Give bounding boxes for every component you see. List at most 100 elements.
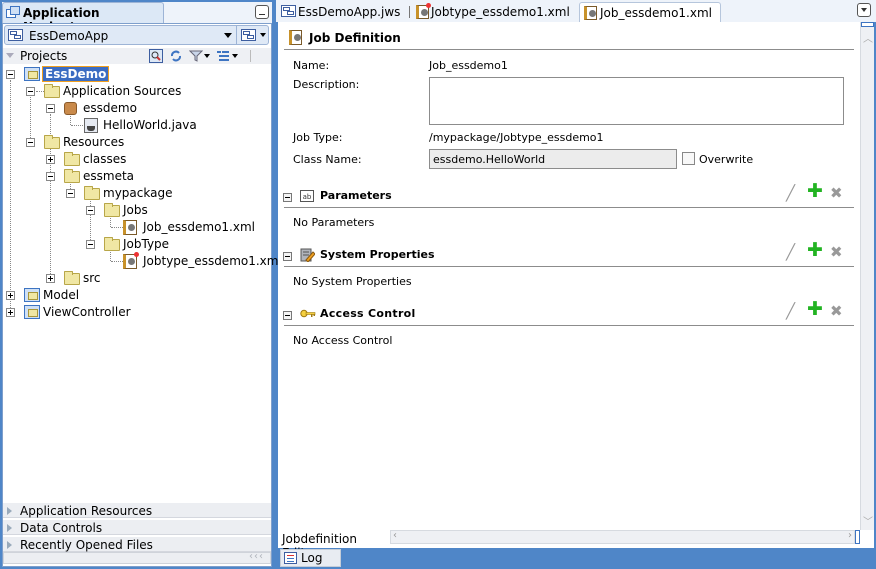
accordion-application-resources[interactable]: Application Resources (3, 502, 271, 518)
tree-item-classes[interactable]: classes (44, 151, 264, 168)
navigator-icon (6, 6, 20, 18)
add-parameter-plus-icon[interactable]: ✚ (807, 182, 823, 201)
tree-item-job-essdemo1-xml[interactable]: Job_essdemo1.xml (104, 219, 269, 236)
collapse-toggle[interactable] (46, 104, 55, 113)
tree-item-label: Resources (63, 135, 125, 149)
add-system-property-plus-icon[interactable]: ✚ (807, 241, 823, 260)
delete-system-property-x-icon[interactable]: ✖ (830, 245, 843, 260)
navigator-horizontal-scrollbar[interactable]: ‹‹‹ (3, 551, 271, 564)
scroll-left-icon[interactable]: ‹‹‹ (249, 551, 264, 562)
edit-parameter-pencil-icon[interactable]: ╱ (786, 186, 795, 201)
search-icon[interactable] (149, 49, 163, 63)
tree-item-resources[interactable]: Resources (24, 134, 264, 151)
tab-list-dropdown-button[interactable] (857, 3, 871, 17)
collapse-access-control-toggle[interactable] (283, 311, 292, 320)
sort-options-icon[interactable] (216, 49, 230, 63)
refresh-icon[interactable] (169, 49, 183, 63)
expand-toggle[interactable] (6, 308, 15, 317)
tree-item-essdemo-project[interactable]: EssDemo (4, 66, 264, 83)
scroll-left-icon[interactable]: ‹ (393, 530, 397, 541)
collapse-toggle[interactable] (6, 70, 15, 79)
tree-item-label: JobType (123, 237, 170, 251)
edit-system-property-pencil-icon[interactable]: ╱ (786, 245, 795, 260)
workspace-icon (281, 5, 296, 17)
chevron-down-icon[interactable] (204, 54, 210, 58)
scroll-right-icon[interactable]: › (848, 530, 852, 541)
expand-toggle[interactable] (46, 274, 55, 283)
editor-vertical-scrollbar[interactable]: ︿ ﹀ (860, 22, 874, 530)
expand-toggle[interactable] (6, 291, 15, 300)
access-control-empty-text: No Access Control (293, 334, 393, 347)
tree-item-essmeta[interactable]: essmeta (44, 168, 264, 185)
description-field[interactable] (429, 77, 844, 125)
collapse-toggle[interactable] (86, 206, 95, 215)
tree-line (10, 80, 11, 312)
tree-item-label: Model (43, 288, 80, 302)
editor-horizontal-scrollbar[interactable]: ‹ › (390, 530, 855, 544)
delete-access-control-x-icon[interactable]: ✖ (830, 304, 843, 319)
tab-jobtype-essdemo1-xml[interactable]: Jobtype_essdemo1.xml (411, 2, 573, 22)
accordion-recently-opened-files[interactable]: Recently Opened Files (3, 536, 271, 552)
collapse-parameters-toggle[interactable] (283, 193, 292, 202)
scroll-up-icon[interactable]: ︿ (863, 30, 873, 45)
tab-job-essdemo1-xml[interactable]: Job_essdemo1.xml (579, 2, 721, 22)
minimize-button[interactable] (255, 5, 269, 19)
tree-item-label: Application Sources (63, 84, 182, 98)
tree-item-mypackage[interactable]: mypackage (64, 185, 264, 202)
application-navigator-tab[interactable]: Application Navigator (2, 2, 164, 34)
system-properties-section-title: System Properties (320, 248, 435, 261)
jobdefinition-editor-tab[interactable]: Jobdefinition Editor (278, 530, 388, 560)
tree-item-jobtype-essdemo1-xml[interactable]: Jobtype_essdemo1.xml (104, 252, 282, 270)
tree-item-jobs[interactable]: Jobs (84, 202, 264, 219)
chevron-down-icon[interactable] (260, 33, 266, 37)
tree-item-application-sources[interactable]: Application Sources (24, 83, 264, 100)
chevron-down-icon[interactable] (224, 33, 232, 38)
tree-item-label: Job_essdemo1.xml (143, 220, 255, 234)
parameters-section-title: Parameters (320, 189, 392, 202)
folder-icon (64, 169, 80, 183)
log-tab[interactable]: Log (280, 549, 341, 567)
tree-item-label: EssDemo (42, 66, 110, 82)
accordion-data-controls[interactable]: Data Controls (3, 519, 271, 535)
key-icon (300, 309, 316, 318)
application-selector[interactable]: EssDemoApp (4, 25, 269, 45)
application-icon (8, 29, 23, 41)
tab-label: Job_essdemo1.xml (600, 6, 712, 20)
overwrite-checkbox[interactable] (682, 152, 695, 165)
delete-parameter-x-icon[interactable]: ✖ (830, 186, 843, 201)
tree-item-jobtype[interactable]: JobType (84, 236, 264, 253)
folder-icon (104, 203, 120, 217)
tree-item-viewcontroller-project[interactable]: ViewController (4, 304, 264, 321)
tree-item-helloworld-java[interactable]: HelloWorld.java (64, 117, 264, 134)
scroll-down-icon[interactable]: ﹀ (863, 513, 873, 528)
collapse-toggle[interactable] (46, 172, 55, 181)
collapse-toggle[interactable] (86, 240, 95, 249)
tree-item-label: ViewController (43, 305, 131, 319)
accordion-label: Data Controls (20, 521, 103, 535)
chevron-down-icon[interactable] (232, 54, 238, 58)
edit-access-control-pencil-icon[interactable]: ╱ (786, 304, 795, 319)
collapse-toggle[interactable] (66, 189, 75, 198)
collapse-system-properties-toggle[interactable] (283, 252, 292, 261)
projects-header[interactable]: Projects (3, 48, 271, 64)
divider (284, 266, 854, 267)
svg-text:ab: ab (303, 193, 312, 201)
collapse-toggle[interactable] (26, 87, 35, 96)
add-access-control-plus-icon[interactable]: ✚ (807, 300, 823, 319)
collapse-triangle-icon[interactable] (6, 53, 14, 58)
job-definition-icon (289, 30, 302, 45)
collapse-toggle[interactable] (26, 138, 35, 147)
filter-icon[interactable] (189, 49, 203, 63)
tree-item-essdemo-package[interactable]: essdemo (44, 100, 264, 117)
scrollbar-thumb[interactable] (855, 530, 860, 544)
expand-toggle[interactable] (46, 155, 55, 164)
class-name-field[interactable]: essdemo.HelloWorld (429, 149, 677, 169)
tree-item-src[interactable]: src (44, 270, 264, 287)
application-selector-value: EssDemoApp (29, 29, 109, 43)
tab-essdemoapp-jws[interactable]: EssDemoApp.jws (278, 2, 406, 22)
scrollbar-thumb[interactable] (861, 22, 874, 27)
application-menu-icon[interactable] (241, 29, 256, 41)
folder-icon (104, 237, 120, 251)
tree-item-model-project[interactable]: Model (4, 287, 264, 304)
expand-triangle-icon (7, 524, 12, 532)
